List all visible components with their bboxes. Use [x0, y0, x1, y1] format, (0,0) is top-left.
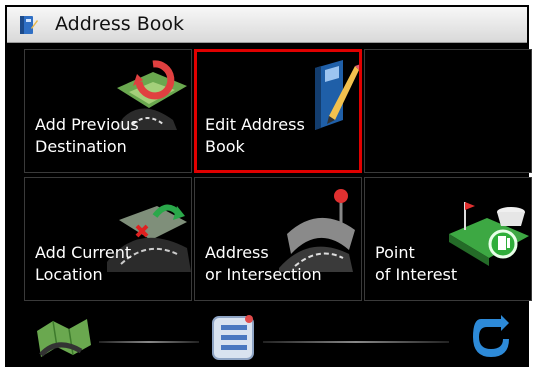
toolbar-divider — [99, 341, 199, 343]
empty-grid-slot — [364, 49, 532, 173]
toolbar-divider — [263, 341, 449, 343]
poi-icon — [449, 202, 529, 266]
edit-address-book-label: Edit Address Book — [205, 115, 305, 156]
point-of-interest-button[interactable]: Point of Interest — [364, 177, 532, 301]
add-previous-destination-button[interactable]: Add Previous Destination — [24, 49, 192, 173]
list-menu-button[interactable] — [211, 313, 257, 365]
map-button[interactable] — [35, 315, 93, 363]
window-title: Address Book — [55, 13, 184, 35]
edit-address-book-button[interactable]: Edit Address Book — [194, 49, 362, 173]
add-current-location-button[interactable]: Add Current Location — [24, 177, 192, 301]
address-or-intersection-button[interactable]: Address or Intersection — [194, 177, 362, 301]
bottom-toolbar — [7, 305, 527, 365]
back-arrow-icon — [473, 315, 509, 357]
list-menu-icon — [212, 315, 254, 360]
title-bar: Address Book — [7, 7, 527, 43]
back-button[interactable] — [471, 311, 511, 365]
add-previous-destination-label: Add Previous Destination — [35, 115, 139, 156]
address-book-pencil-icon — [315, 60, 359, 130]
map-icon — [37, 319, 91, 357]
point-of-interest-label: Point of Interest — [375, 243, 458, 284]
app-window: Address Book Add Previous Destination Ed… — [5, 5, 532, 367]
add-current-location-label: Add Current Location — [35, 243, 132, 284]
address-book-icon — [20, 16, 38, 34]
address-or-intersection-label: Address or Intersection — [205, 243, 322, 284]
